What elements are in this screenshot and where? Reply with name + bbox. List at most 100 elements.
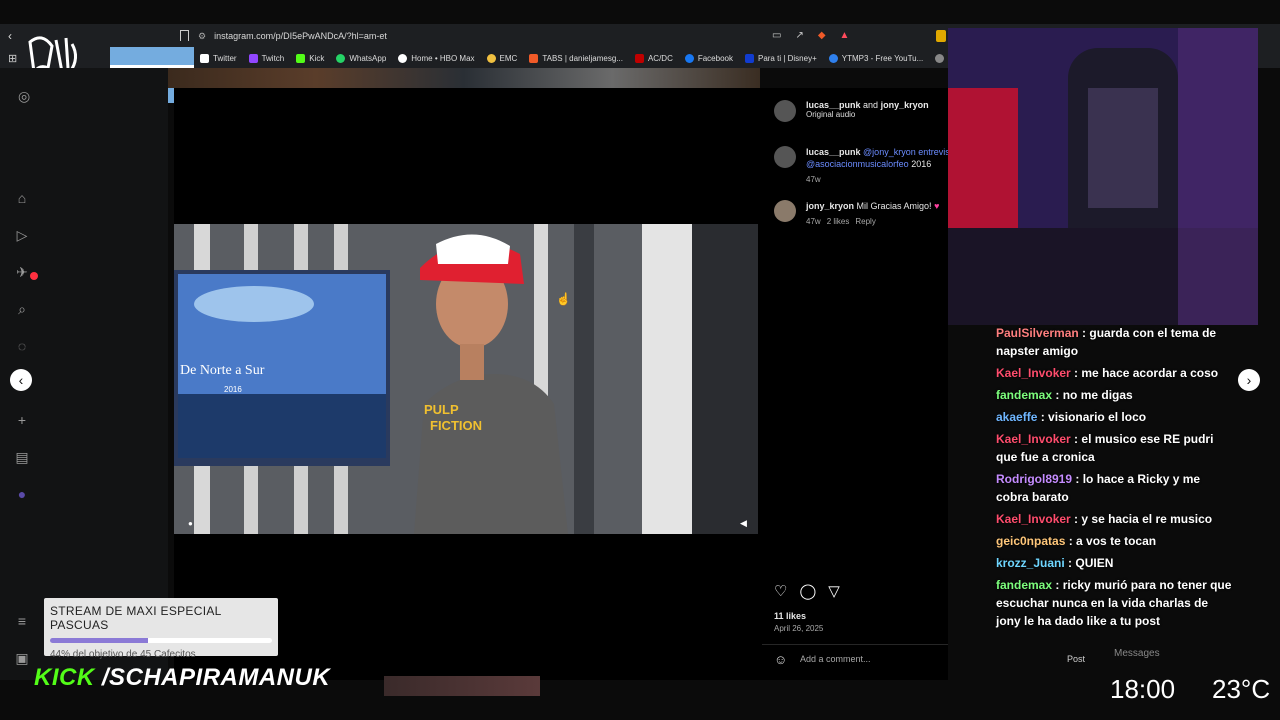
comment-time: 47w: [806, 217, 821, 226]
chat-text: me hace acordar a coso: [1081, 366, 1219, 380]
post-button[interactable]: Post: [1067, 654, 1085, 664]
meta-icon[interactable]: ▣: [14, 650, 30, 666]
chat-text: QUIEN: [1075, 556, 1114, 570]
chat-username[interactable]: Rodrigol8919: [996, 472, 1072, 486]
explore-icon[interactable]: ◌: [14, 338, 30, 354]
bookmark-emc[interactable]: EMC: [486, 53, 517, 63]
chat-username[interactable]: Kael_Invoker: [996, 512, 1071, 526]
avatar[interactable]: [774, 146, 796, 168]
comment-input[interactable]: Add a comment...: [800, 654, 871, 664]
acdc-icon: [634, 53, 644, 63]
donation-goal-widget: STREAM DE MAXI ESPECIAL PASCUAS 44% del …: [44, 598, 278, 660]
instagram-logo-icon[interactable]: ◎: [18, 88, 30, 105]
emoji-icon[interactable]: ☺: [774, 652, 787, 667]
extension-icon[interactable]: [936, 30, 946, 42]
back-icon[interactable]: ‹: [8, 29, 12, 43]
chat-message: fandemax : no me digas: [996, 388, 1133, 402]
ytmp3-icon: [828, 53, 838, 63]
and-text: and: [863, 100, 879, 110]
chat-username[interactable]: krozz_Juani: [996, 556, 1065, 570]
comment-mention[interactable]: @jony_kryon entrevis: [863, 147, 950, 157]
chevron-left-icon: ‹: [18, 372, 24, 388]
brave-shield-icon[interactable]: ◆: [818, 30, 826, 41]
messages-button[interactable]: Messages: [1114, 648, 1160, 659]
share-icon[interactable]: ↗: [795, 30, 803, 41]
chat-message: Kael_Invoker : me hace acordar a coso: [996, 366, 1219, 380]
comment-mention-2[interactable]: @asociacionmusicalorfeo: [806, 159, 909, 169]
bookmark-twitter[interactable]: Twitter: [200, 53, 237, 63]
chat-username[interactable]: fandemax: [996, 388, 1052, 402]
chat-username[interactable]: geic0npatas: [996, 534, 1065, 548]
brave-rewards-icon[interactable]: ▲: [840, 30, 850, 41]
comment-username[interactable]: jony_kryon: [806, 201, 854, 211]
chat-text: a vos te tocan: [1076, 534, 1157, 548]
avatar[interactable]: [774, 200, 796, 222]
chat-message: geic0npatas : a vos te tocan: [996, 534, 1157, 548]
chat-username[interactable]: PaulSilverman: [996, 326, 1079, 340]
chat-text: visionario el loco: [1048, 410, 1147, 424]
bookmark-whatsapp[interactable]: WhatsApp: [336, 53, 386, 63]
site-settings-icon[interactable]: ⚙: [198, 31, 206, 42]
globe-icon: [935, 53, 945, 63]
home-icon[interactable]: ⌂: [14, 190, 30, 206]
previous-post-button[interactable]: ‹: [10, 369, 32, 391]
reels-icon[interactable]: ▷: [14, 227, 30, 243]
tabs-icon: [529, 53, 539, 63]
comment-username[interactable]: lucas__punk: [806, 147, 861, 157]
facebook-icon: [684, 53, 694, 63]
goal-progress-fill: [50, 638, 148, 643]
post-date: April 26, 2025: [774, 624, 824, 633]
bookmark-hbo[interactable]: Home • HBO Max: [398, 53, 475, 63]
tagged-user-icon[interactable]: ●: [188, 519, 193, 528]
chat-username[interactable]: Kael_Invoker: [996, 366, 1071, 380]
bookmark-facebook[interactable]: Facebook: [684, 53, 733, 63]
twitch-icon: [248, 53, 258, 63]
share-icon[interactable]: ▽: [828, 582, 840, 600]
bookmark-twitch[interactable]: Twitch: [248, 53, 284, 63]
bookmark-kick[interactable]: Kick: [296, 53, 324, 63]
kick-channel-name: /SCHAPIRAMANUK: [101, 664, 331, 691]
dashboard-icon[interactable]: ▤: [14, 449, 30, 465]
like-icon[interactable]: ♡: [774, 582, 787, 600]
chat-username[interactable]: fandemax: [996, 578, 1052, 592]
chat-text: y se hacia el re musico: [1081, 512, 1213, 526]
bookmark-tabs[interactable]: TABS | danieljamesg...: [529, 53, 623, 63]
chat-username[interactable]: akaeffe: [996, 410, 1037, 424]
create-icon[interactable]: +: [14, 412, 30, 428]
bookmark-ytmp3[interactable]: YTMP3 - Free YouTu...: [828, 53, 923, 63]
chat-username[interactable]: Kael_Invoker: [996, 432, 1071, 446]
comment-text: Mil Gracias Amigo!: [856, 201, 932, 211]
collab-username[interactable]: jony_kryon: [881, 100, 929, 110]
video-player[interactable]: De Norte a Sur 2016 PULP FICTION: [174, 224, 758, 534]
video-frame: De Norte a Sur 2016 PULP FICTION: [174, 224, 758, 534]
comment-likes[interactable]: 2 likes: [827, 216, 850, 228]
more-menu-icon[interactable]: ≡: [14, 613, 30, 629]
chat-message: PaulSilverman : guarda con el tema de na…: [996, 326, 1217, 358]
next-post-button[interactable]: ›: [1238, 369, 1260, 391]
bookmark-acdc[interactable]: AC/DC: [634, 53, 673, 63]
webcam-feed: [948, 28, 1258, 325]
profile-icon[interactable]: ●: [14, 486, 30, 502]
search-icon[interactable]: ⌕: [14, 301, 30, 317]
apps-grid-icon[interactable]: ⊞: [8, 52, 17, 65]
bookmark-icon[interactable]: [180, 30, 189, 41]
comment-icon[interactable]: ◯: [799, 582, 816, 600]
messages-icon[interactable]: ✈: [14, 264, 30, 280]
chat-text: no me digas: [1062, 388, 1133, 402]
author-username[interactable]: lucas__punk: [806, 100, 861, 110]
chat-message: Rodrigol8919 : lo hace a Ricky y me cobr…: [996, 472, 1201, 504]
kick-brand: KICK: [34, 664, 95, 691]
cast-icon[interactable]: ▭: [772, 30, 781, 41]
url-text: instagram.com/p/DI5ePwANDcA/?hl=am-et: [214, 31, 387, 41]
mute-icon[interactable]: ◀: [740, 518, 747, 529]
avatar[interactable]: [774, 100, 796, 122]
chat-message: akaeffe : visionario el loco: [996, 410, 1147, 424]
goal-title: STREAM DE MAXI ESPECIAL PASCUAS: [50, 604, 222, 632]
post-actions: ♡ ◯ ▽: [774, 582, 840, 600]
reply-link[interactable]: Reply: [855, 216, 875, 228]
likes-count[interactable]: 11 likes: [774, 611, 806, 621]
audio-label[interactable]: Original audio: [806, 110, 929, 119]
bookmark-disney[interactable]: Para ti | Disney+: [744, 53, 817, 63]
hbo-icon: [398, 53, 408, 63]
address-bar[interactable]: ⚙ instagram.com/p/DI5ePwANDcA/?hl=am-et: [198, 27, 858, 45]
